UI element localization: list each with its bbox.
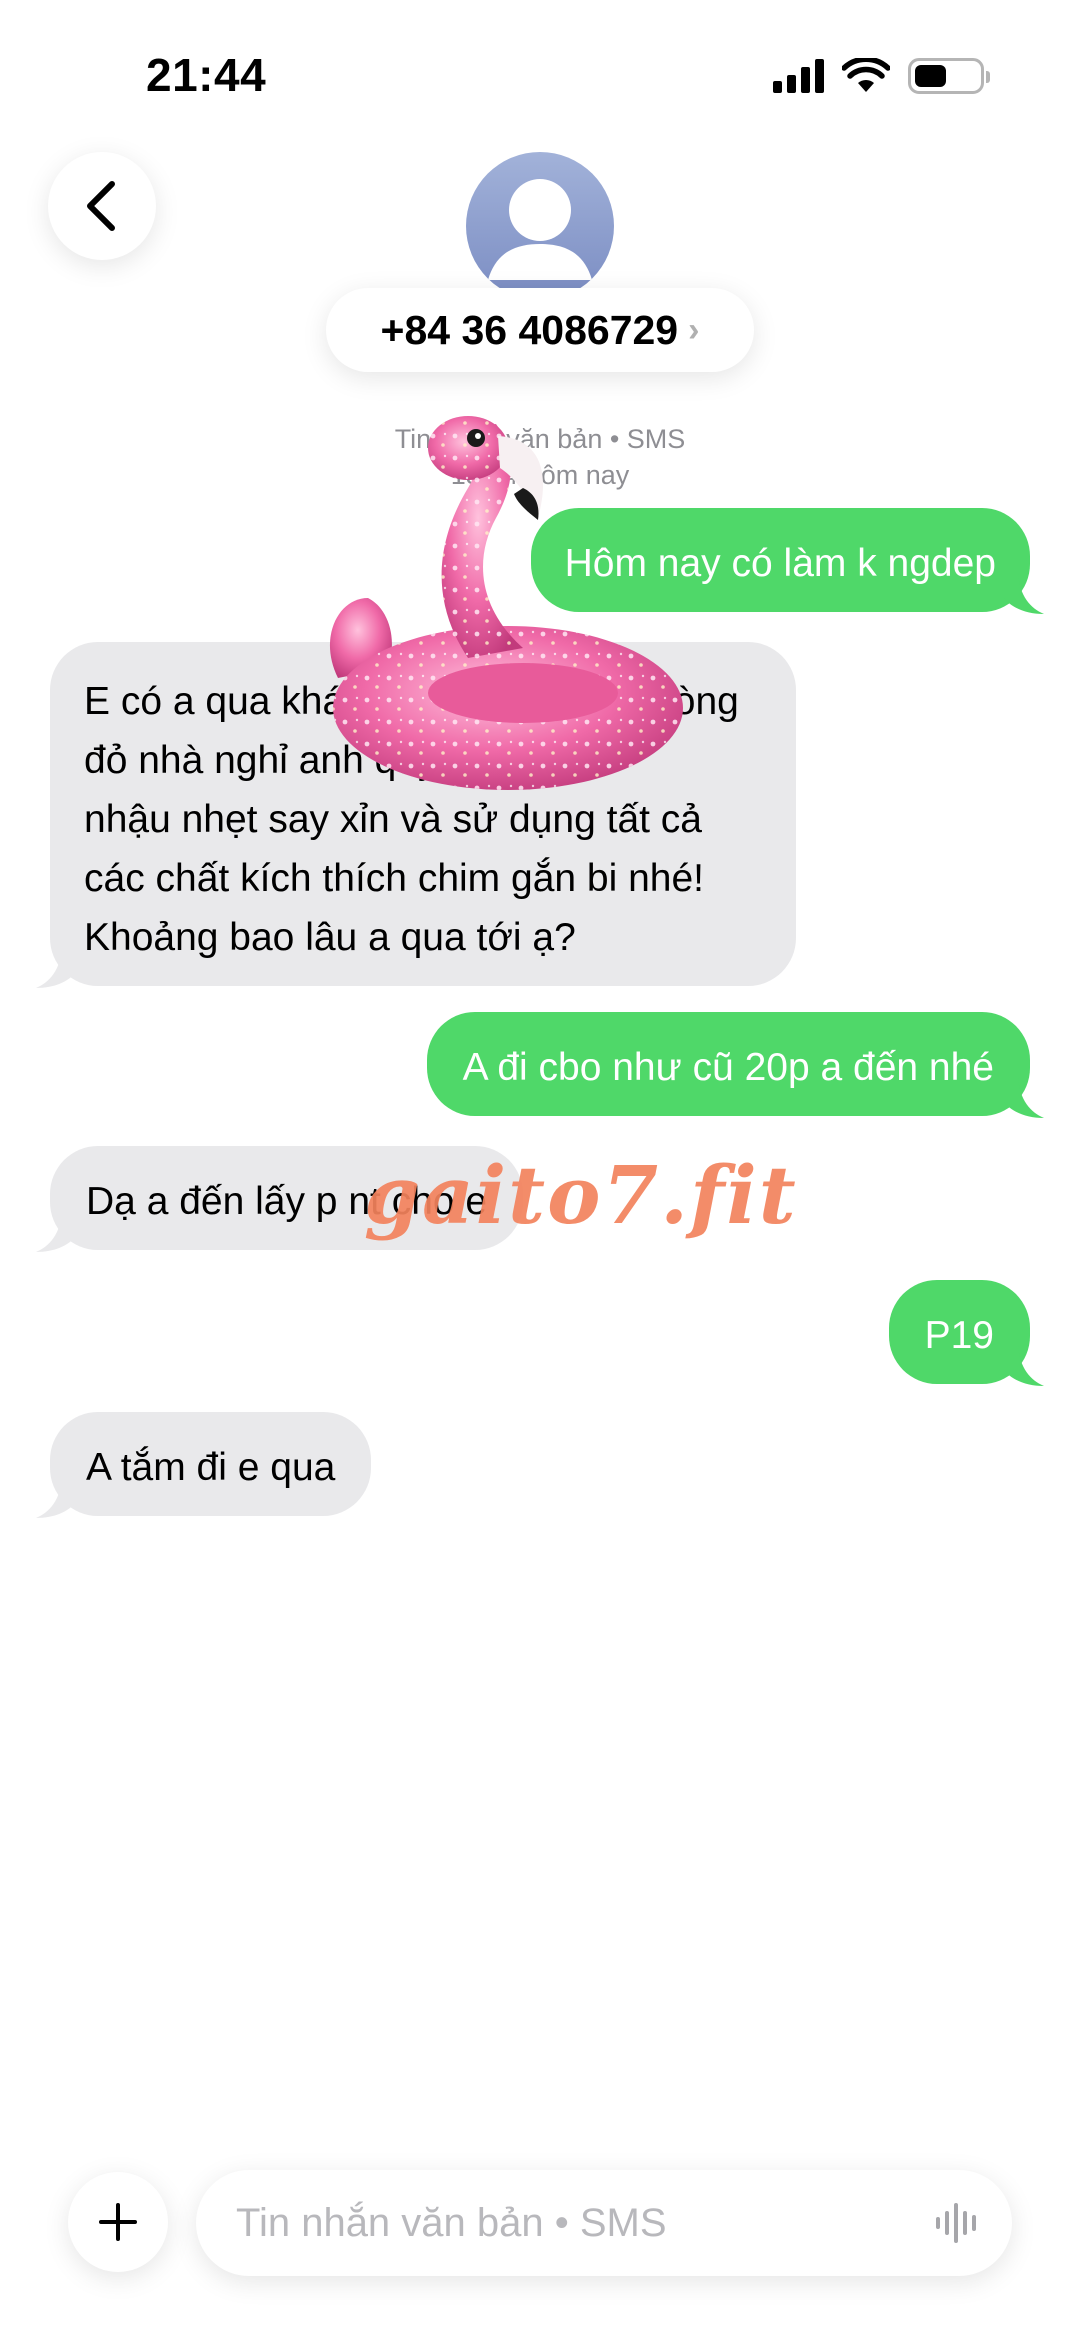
message-bubble-outgoing[interactable]: P19 [888, 1280, 1044, 1386]
message-text: A tắm đi e qua [86, 1446, 336, 1489]
status-icons [773, 58, 990, 94]
message-input[interactable] [236, 2170, 896, 2276]
bubble-tail [1004, 1346, 1044, 1386]
message-text-line: các chất kích thích chim gắn bi nhé! [84, 857, 705, 900]
person-icon [488, 179, 592, 280]
bubble-tail [36, 1212, 76, 1252]
contact-name: +84 36 4086729 [380, 306, 679, 353]
message-text-line: nhậu nhẹt say xỉn và sử dụng tất cả [84, 798, 703, 841]
message-input-container[interactable] [196, 2170, 1012, 2276]
messages-screen: 21:44 +84 36 4086729 › Tin nhắn văn bản … [0, 0, 1080, 2347]
message-bubble-incoming[interactable]: A tắm đi e qua [36, 1412, 372, 1518]
waveform-icon[interactable] [934, 2201, 982, 2245]
back-button[interactable] [48, 152, 156, 260]
wifi-icon [842, 58, 890, 92]
bubble-tail [1004, 574, 1044, 614]
watermark-text: gaito7.fit [364, 1148, 798, 1242]
battery-icon [908, 58, 990, 94]
status-time: 21:44 [146, 49, 267, 101]
bubble-tail [36, 948, 76, 988]
bubble-tail [36, 1478, 76, 1518]
add-attachment-button[interactable] [68, 2172, 168, 2272]
contact-name-button[interactable]: +84 36 4086729 › [326, 288, 754, 372]
message-text: P19 [924, 1314, 994, 1357]
message-text-line: Khoảng bao lâu a qua tới ạ? [84, 916, 576, 959]
contact-avatar[interactable] [466, 152, 614, 300]
flamingo-float-sticker [329, 416, 683, 790]
chevron-right-icon: › [688, 310, 700, 349]
chevron-left-icon [87, 181, 115, 231]
message-bubble-outgoing[interactable]: A đi cbo như cũ 20p a đến nhé [426, 1012, 1044, 1118]
bubble-tail [1004, 1078, 1044, 1118]
plus-icon [99, 2203, 137, 2241]
cellular-signal-icon [773, 59, 824, 93]
message-text: A đi cbo như cũ 20p a đến nhé [462, 1046, 994, 1089]
